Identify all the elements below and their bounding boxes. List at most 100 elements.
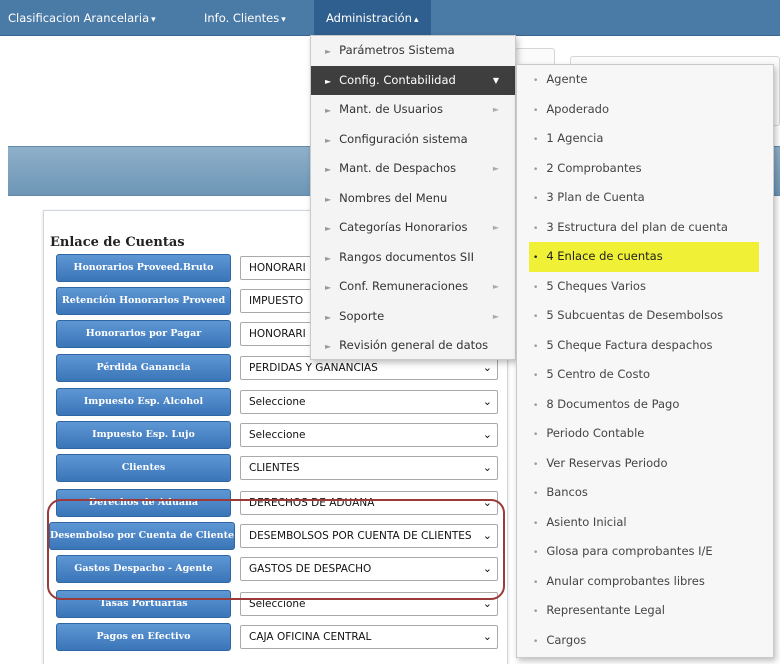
admin-menu-item[interactable]: ► Parámetros Sistema <box>311 36 515 65</box>
contabilidad-menu-item[interactable]: • 5 Centro de Costo <box>517 360 773 390</box>
account-select[interactable]: CLIENTES ⌄ <box>240 456 498 480</box>
contabilidad-menu-item[interactable]: • Agente <box>517 65 773 95</box>
admin-menu-item[interactable]: ► Soporte ► <box>311 302 515 331</box>
field-label: Honorarios Proveed.Bruto <box>56 254 231 282</box>
highlight-annotation <box>47 499 505 600</box>
contabilidad-menu-item-label: Representante Legal <box>546 603 665 617</box>
contabilidad-menu-item[interactable]: • 8 Documentos de Pago <box>517 390 773 420</box>
bullet-icon: • <box>533 430 539 440</box>
bullet-icon: • <box>533 518 539 529</box>
contabilidad-menu-item-label: Glosa para comprobantes I/E <box>546 544 713 558</box>
admin-menu-item[interactable]: ► Categorías Honorarios ► <box>311 213 515 242</box>
field-label: Retención Honorarios Proveed <box>56 287 231 315</box>
chevron-down-icon: ⌄ <box>482 428 492 441</box>
bullet-triangle-icon: ► <box>325 312 332 322</box>
submenu-arrow-icon: ► <box>492 311 499 321</box>
contabilidad-menu-item[interactable]: • Representante Legal <box>517 596 773 626</box>
contabilidad-menu-item-label: 5 Cheque Factura despachos <box>546 337 713 352</box>
account-select-value: Seleccione <box>249 429 306 441</box>
admin-menu-item-label: Conf. Remuneraciones <box>339 279 469 293</box>
bullet-icon: • <box>533 489 539 499</box>
contabilidad-menu-item[interactable]: • Apoderado <box>517 95 773 125</box>
bullet-icon: • <box>533 607 539 617</box>
admin-menu-item[interactable]: ► Nombres del Menu <box>311 184 515 213</box>
field-label: Impuesto Esp. Alcohol <box>56 388 231 416</box>
bullet-triangle-icon: ► <box>325 135 332 145</box>
admin-menu-item-label: Mant. de Despachos <box>339 161 457 175</box>
caret-down-icon: ▾ <box>281 15 286 25</box>
contabilidad-menu-item-label: Cargos <box>546 632 587 647</box>
bullet-icon: • <box>533 341 539 352</box>
admin-menu-item-label: Config. Contabilidad <box>339 72 456 87</box>
contabilidad-menu-item[interactable]: • 1 Agencia <box>517 124 773 154</box>
bullet-icon: • <box>533 105 539 116</box>
contabilidad-menu-item[interactable]: • Cargos <box>517 626 773 656</box>
bullet-icon: • <box>533 194 539 204</box>
admin-menu-item-label: Nombres del Menu <box>339 190 448 205</box>
contabilidad-menu-item[interactable]: • Glosa para comprobantes I/E <box>517 537 773 567</box>
submenu-arrow-icon: ► <box>492 164 499 173</box>
admin-menu-item-label: Parámetros Sistema <box>339 43 455 57</box>
contabilidad-menu-item-label: 1 Agencia <box>546 131 604 145</box>
contabilidad-menu-item[interactable]: • 5 Subcuentas de Desembolsos <box>517 301 773 331</box>
admin-menu-item[interactable]: ► Mant. de Usuarios ► <box>311 95 515 124</box>
account-select[interactable]: CAJA OFICINA CENTRAL ⌄ <box>240 625 498 649</box>
account-select-value: IMPUESTO <box>249 295 304 307</box>
contabilidad-menu-item-label: Agente <box>546 72 588 86</box>
contabilidad-menu-item[interactable]: • 3 Plan de Cuenta <box>517 183 773 213</box>
bullet-icon: • <box>533 76 539 86</box>
contabilidad-menu-item[interactable]: • Bancos <box>517 478 773 508</box>
admin-menu-item[interactable]: ► Configuración sistema <box>311 125 515 154</box>
contabilidad-menu-item[interactable]: • Periodo Contable <box>517 419 773 449</box>
admin-menu-item[interactable]: ► Config. Contabilidad ▼ <box>311 65 515 95</box>
admin-menu-item-label: Soporte <box>339 308 385 323</box>
bullet-icon: • <box>533 164 539 175</box>
admin-menu-item[interactable]: ► Conf. Remuneraciones ► <box>311 272 515 301</box>
contabilidad-menu-item[interactable]: • 5 Cheques Varios <box>517 272 773 302</box>
contabilidad-menu-item[interactable]: • Anular comprobantes libres <box>517 567 773 597</box>
contabilidad-menu-item-label: Bancos <box>546 485 588 499</box>
bullet-triangle-icon: ► <box>325 47 332 56</box>
account-select-value: CLIENTES <box>249 462 300 474</box>
field-label: Clientes <box>56 454 231 482</box>
contabilidad-menu-item[interactable]: • 3 Estructura del plan de cuenta <box>517 213 773 243</box>
submenu-arrow-icon: ► <box>492 223 499 232</box>
bullet-icon: • <box>533 312 539 322</box>
contabilidad-menu-item[interactable]: • 5 Cheque Factura despachos <box>517 331 773 361</box>
account-select-value: HONORARI <box>249 328 306 340</box>
bullet-icon: • <box>533 253 539 263</box>
panel-title: Enlace de Cuentas <box>50 235 185 250</box>
account-select[interactable]: Seleccione ⌄ <box>240 423 498 447</box>
nav-info-clientes[interactable]: Info. Clientes ▾ <box>204 0 286 36</box>
bullet-icon: • <box>533 135 539 145</box>
nav-clasificacion-arancelaria[interactable]: Clasificacion Arancelaria ▾ <box>8 0 156 36</box>
bullet-triangle-icon: ► <box>325 194 332 204</box>
account-select-value: HONORARI <box>249 262 306 274</box>
chevron-down-icon: ⌄ <box>482 361 492 374</box>
top-navbar: Clasificacion Arancelaria ▾ Info. Cliente… <box>0 0 780 36</box>
field-label: Honorarios por Pagar <box>56 320 231 348</box>
bullet-triangle-icon: ► <box>325 253 332 263</box>
admin-menu-item-label: Rangos documentos SII <box>339 249 475 264</box>
contabilidad-menu-item-label: 5 Cheques Varios <box>546 278 646 293</box>
contabilidad-menu-item-label: 2 Comprobantes <box>546 160 642 175</box>
contabilidad-menu-item[interactable]: • Ver Reservas Periodo <box>517 449 773 479</box>
account-select-value: Seleccione <box>249 396 306 408</box>
admin-menu-item[interactable]: ► Rangos documentos SII <box>311 243 515 272</box>
nav-label: Clasificacion Arancelaria <box>8 11 150 25</box>
account-select[interactable]: Seleccione ⌄ <box>240 390 498 414</box>
bullet-icon: • <box>533 636 539 647</box>
caret-down-icon: ▾ <box>151 15 156 25</box>
contabilidad-menu-item[interactable]: • 4 Enlace de cuentas <box>529 242 759 272</box>
admin-menu-item[interactable]: ► Mant. de Despachos ► <box>311 154 515 183</box>
contabilidad-menu-item[interactable]: • 2 Comprobantes <box>517 154 773 184</box>
contabilidad-menu-item-label: 5 Subcuentas de Desembolsos <box>546 308 724 322</box>
bullet-icon: • <box>533 371 539 381</box>
caret-up-icon: ▴ <box>413 15 419 25</box>
contabilidad-menu-item-label: Ver Reservas Periodo <box>546 455 668 470</box>
admin-menu-item[interactable]: ► Revisión general de datos <box>311 331 515 360</box>
nav-administracion[interactable]: Administración ▴ <box>314 0 431 36</box>
bullet-icon: • <box>533 459 539 470</box>
admin-menu-item-label: Mant. de Usuarios <box>339 102 443 116</box>
contabilidad-menu-item[interactable]: • Asiento Inicial <box>517 508 773 538</box>
